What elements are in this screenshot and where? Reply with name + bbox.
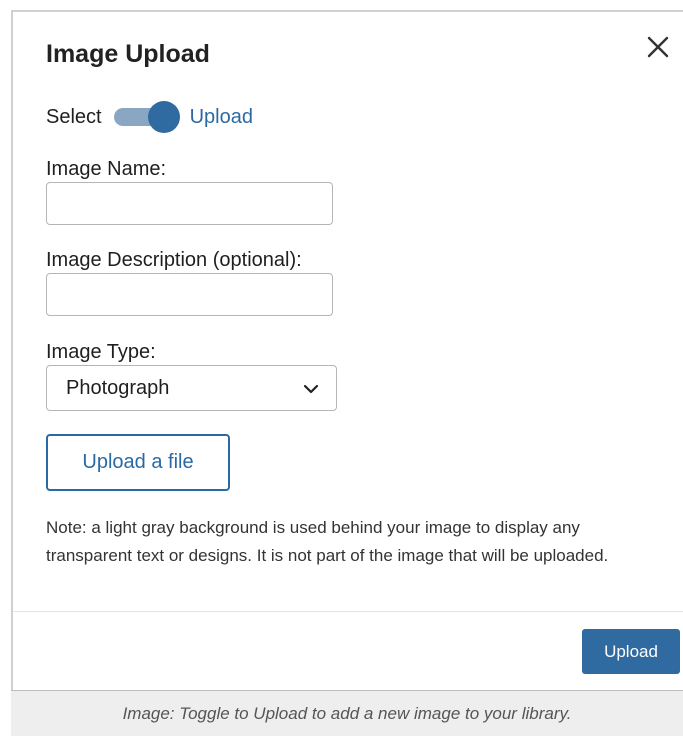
- select-upload-toggle[interactable]: [113, 100, 182, 134]
- top-frame: [0, 0, 683, 10]
- close-icon: [647, 36, 669, 58]
- chevron-down-icon: [303, 384, 319, 394]
- select-upload-toggle-row: Select Upload: [46, 100, 253, 134]
- image-description-input[interactable]: [46, 273, 333, 316]
- toggle-knob: [147, 101, 180, 133]
- image-type-label: Image Type:: [46, 341, 156, 363]
- upload-button[interactable]: Upload: [582, 629, 680, 674]
- image-name-input[interactable]: [46, 182, 333, 225]
- transparency-note: Note: a light gray background is used be…: [46, 518, 609, 565]
- toggle-upload-label: Upload: [189, 105, 253, 128]
- image-type-value: Photograph: [66, 377, 170, 399]
- image-upload-dialog: Image Upload Select Upload Image Name: I…: [11, 10, 683, 690]
- image-caption: Image: Toggle to Upload to add a new ima…: [11, 690, 683, 736]
- image-description-label: Image Description (optional):: [46, 249, 302, 271]
- upload-a-file-button[interactable]: Upload a file: [46, 434, 230, 491]
- close-button[interactable]: [645, 34, 671, 60]
- toggle-select-label: Select: [46, 105, 102, 128]
- footer-divider: [13, 611, 683, 612]
- image-name-label: Image Name:: [46, 158, 167, 180]
- image-type-select[interactable]: Photograph: [46, 365, 337, 411]
- dialog-title: Image Upload: [46, 40, 210, 68]
